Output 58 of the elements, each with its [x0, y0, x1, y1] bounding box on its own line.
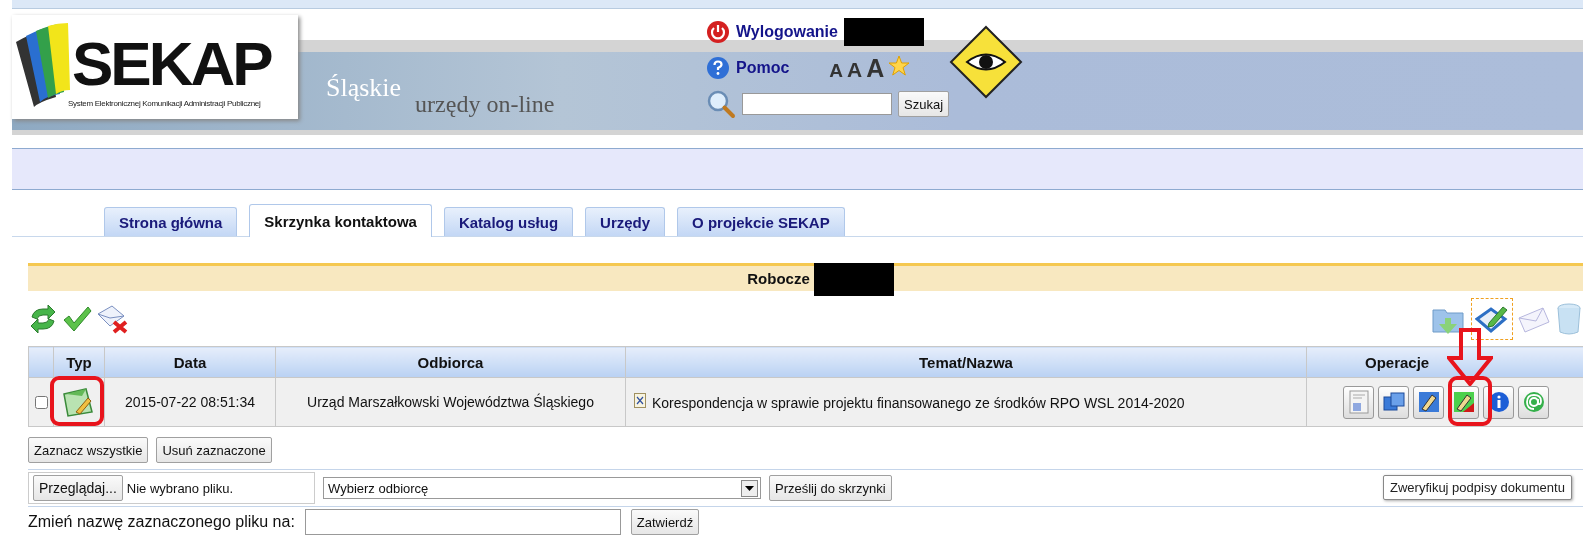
font-size-link[interactable]: A: [847, 57, 863, 82]
recipient-select[interactable]: Wybierz odbiorcę: [323, 477, 761, 499]
send-button[interactable]: Prześlij do skrzynki: [769, 475, 892, 501]
date-cell: 2015-07-22 08:51:34: [104, 377, 276, 427]
envelope-delete-icon[interactable]: [96, 303, 128, 334]
search-icon[interactable]: [706, 89, 736, 119]
column-header[interactable]: Odbiorca: [275, 346, 626, 378]
dropdown-icon[interactable]: [741, 479, 758, 497]
selection-button[interactable]: Zaznacz wszystkie: [28, 437, 149, 463]
logo-subtitle: System Elektronicznej Komunikacji Administracji Publicznej: [68, 98, 262, 108]
form-icon: [1347, 390, 1370, 414]
rename-label: Zmień nazwę zaznaczonego pliku na:: [28, 513, 295, 531]
annotation-ring: [1448, 376, 1492, 426]
form-button[interactable]: [1343, 385, 1374, 419]
copy-button[interactable]: [1378, 385, 1409, 419]
font-size-link[interactable]: A: [829, 59, 844, 82]
refresh-icon[interactable]: [28, 303, 58, 334]
file-status: Nie wybrano pliku.: [126, 480, 234, 496]
mail-button[interactable]: [1518, 385, 1549, 419]
recipient-cell: Urząd Marszałkowski Województwa Śląskiego: [275, 377, 626, 427]
file-icon[interactable]: [634, 393, 646, 408]
search-button[interactable]: Szukaj: [898, 91, 950, 117]
annotation-ring: [50, 376, 104, 426]
nav-tab[interactable]: Urzędy: [585, 207, 666, 236]
search-field[interactable]: [742, 93, 892, 115]
file-input[interactable]: Przeglądaj... Nie wybrano pliku.: [28, 472, 315, 504]
rename-field[interactable]: [304, 509, 621, 535]
confirm-button[interactable]: Zatwierdź: [630, 509, 700, 535]
selection-button[interactable]: Usuń zaznaczone: [156, 437, 272, 463]
annotation-arrow: [1447, 328, 1493, 386]
browse-button[interactable]: Przeglądaj...: [33, 475, 123, 501]
eye-icon[interactable]: [949, 25, 1023, 99]
nav-tab[interactable]: Skrzynka kontaktowa: [249, 204, 432, 237]
column-header[interactable]: Operacje: [1306, 346, 1583, 378]
nav-tab[interactable]: O projekcie SEKAP: [677, 207, 845, 236]
nav-tab[interactable]: Katalog usług: [443, 207, 574, 236]
logout-link[interactable]: Wylogowanie: [736, 23, 838, 41]
row-checkbox[interactable]: [35, 395, 48, 409]
region-name: Śląskie: [326, 73, 402, 103]
star-icon[interactable]: [888, 54, 911, 77]
pen-check-icon: [1452, 391, 1475, 413]
power-icon[interactable]: [706, 20, 730, 44]
pen-icon: [1417, 391, 1440, 413]
tooltip: Zweryfikuj podpisy dokumentu: [1383, 475, 1572, 500]
at-sign-icon: [1522, 391, 1545, 413]
font-size-link[interactable]: A: [866, 53, 885, 83]
document-pen-icon[interactable]: [62, 386, 96, 418]
column-header[interactable]: Data: [104, 346, 276, 378]
sign-button[interactable]: [1413, 385, 1444, 419]
help-icon[interactable]: [706, 56, 730, 80]
column-header[interactable]: Temat/Nazwa: [625, 346, 1307, 378]
column-header[interactable]: Typ: [53, 346, 105, 378]
help-link[interactable]: Pomoc: [736, 59, 790, 77]
tagline: urzędy on-line: [415, 91, 555, 118]
nav-tab[interactable]: Strona główna: [104, 207, 238, 236]
logo-title: SEKAP: [72, 32, 271, 95]
windows-icon: [1381, 391, 1406, 413]
section-title: Robocze: [747, 270, 810, 287]
